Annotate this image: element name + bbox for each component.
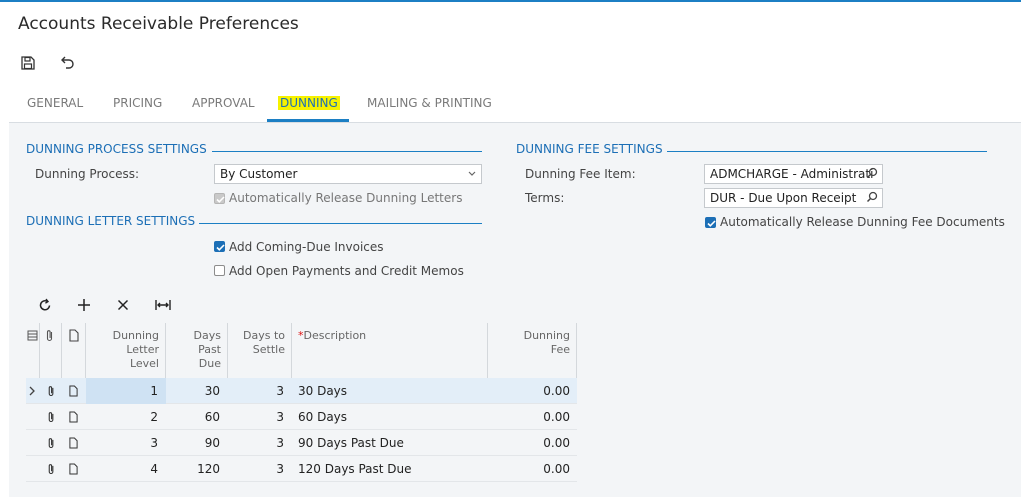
files-col-icon	[26, 323, 40, 378]
delete-icon[interactable]	[115, 297, 133, 315]
cell-description[interactable]: 30 Days	[292, 378, 488, 404]
auto-release-fee-checkbox[interactable]	[705, 217, 716, 228]
tab-mailing-printing[interactable]: MAILING & PRINTING	[367, 96, 492, 110]
column-dunning-fee[interactable]: Dunning Fee	[488, 323, 577, 378]
terms-value: DUR - Due Upon Receipt	[710, 191, 857, 205]
paperclip-icon[interactable]	[47, 378, 59, 404]
col-days-line3: Due	[198, 357, 221, 370]
page-title: Accounts Receivable Preferences	[18, 14, 299, 34]
cell-description[interactable]: 90 Days Past Due	[292, 430, 488, 456]
cell-dunning-fee[interactable]: 0.00	[488, 378, 577, 404]
add-open-payments-label: Add Open Payments and Credit Memos	[229, 264, 464, 278]
note-icon[interactable]	[69, 378, 81, 404]
col-settle-line1: Days to	[243, 329, 285, 342]
cell-dunning-fee[interactable]: 0.00	[488, 404, 577, 430]
add-open-payments-checkbox[interactable]	[214, 265, 225, 276]
paperclip-icon[interactable]	[47, 456, 59, 482]
chevron-down-icon	[467, 167, 477, 181]
add-coming-due-label: Add Coming-Due Invoices	[229, 240, 384, 254]
cell-days-past-due[interactable]: 120	[166, 456, 228, 482]
add-coming-due-checkbox[interactable]	[214, 241, 225, 252]
cell-dunning-fee[interactable]: 0.00	[488, 456, 577, 482]
col-level-line3: Level	[129, 357, 159, 370]
cell-level[interactable]: 3	[86, 430, 166, 456]
tab-dunning-label: DUNNING	[278, 96, 340, 110]
dunning-fee-item-label: Dunning Fee Item:	[525, 167, 636, 181]
cell-description[interactable]: 120 Days Past Due	[292, 456, 488, 482]
auto-release-letters-checkbox[interactable]	[214, 193, 225, 204]
table-row[interactable]: 1 30 3 30 Days 0.00	[26, 378, 577, 404]
search-icon[interactable]	[866, 167, 878, 182]
fit-columns-icon[interactable]	[154, 297, 172, 315]
dunning-letter-section-title: DUNNING LETTER SETTINGS	[26, 214, 196, 228]
dunning-fee-item-value: ADMCHARGE - Administrati	[710, 167, 874, 181]
auto-release-fee-label: Automatically Release Dunning Fee Docume…	[720, 215, 1005, 229]
dunning-fee-section-title: DUNNING FEE SETTINGS	[516, 142, 663, 156]
note-icon[interactable]	[69, 456, 81, 482]
save-icon[interactable]	[20, 55, 38, 73]
table-row[interactable]: 3 90 3 90 Days Past Due 0.00	[26, 430, 577, 456]
col-settle-line2: Settle	[252, 343, 285, 356]
section-divider	[199, 223, 482, 224]
paperclip-icon[interactable]	[47, 404, 59, 430]
table-row[interactable]: 4 120 3 120 Days Past Due 0.00	[26, 456, 577, 482]
top-accent-line	[0, 0, 1021, 2]
cell-level[interactable]: 4	[86, 456, 166, 482]
add-icon[interactable]	[76, 297, 94, 315]
col-level-line1: Dunning	[112, 329, 159, 342]
grid-header: Dunning Letter Level Days Past Due Days …	[26, 323, 577, 379]
cell-days-to-settle[interactable]: 3	[228, 378, 292, 404]
cell-days-to-settle[interactable]: 3	[228, 430, 292, 456]
refresh-icon[interactable]	[37, 297, 55, 315]
paperclip-icon[interactable]	[47, 430, 59, 456]
search-icon[interactable]	[866, 191, 878, 206]
col-days-line2: Past	[198, 343, 221, 356]
cell-days-past-due[interactable]: 30	[166, 378, 228, 404]
dunning-process-value: By Customer	[220, 167, 298, 181]
dunning-fee-item-input[interactable]: ADMCHARGE - Administrati	[704, 164, 883, 184]
section-divider	[212, 151, 482, 152]
note-icon[interactable]	[69, 430, 81, 456]
note-icon	[62, 323, 86, 378]
col-level-line2: Letter	[126, 343, 159, 356]
cell-level[interactable]: 1	[86, 378, 166, 404]
dunning-process-label: Dunning Process:	[35, 167, 139, 181]
column-days-past-due[interactable]: Days Past Due	[166, 323, 228, 378]
column-dunning-letter-level[interactable]: Dunning Letter Level	[86, 323, 166, 378]
table-row[interactable]: 2 60 3 60 Days 0.00	[26, 404, 577, 430]
auto-release-letters-label: Automatically Release Dunning Letters	[229, 191, 463, 205]
cell-days-past-due[interactable]: 90	[166, 430, 228, 456]
paperclip-icon	[40, 323, 62, 378]
column-days-to-settle[interactable]: Days to Settle	[228, 323, 292, 378]
cell-level[interactable]: 2	[86, 404, 166, 430]
tab-approval[interactable]: APPROVAL	[192, 96, 255, 110]
cell-days-to-settle[interactable]: 3	[228, 404, 292, 430]
note-icon[interactable]	[69, 404, 81, 430]
col-days-line1: Days	[193, 329, 221, 342]
cell-description[interactable]: 60 Days	[292, 404, 488, 430]
terms-input[interactable]: DUR - Due Upon Receipt	[704, 188, 883, 208]
col-description-label: Description	[303, 329, 367, 342]
terms-label: Terms:	[525, 191, 565, 205]
dunning-process-select[interactable]: By Customer	[214, 164, 482, 184]
row-pointer-icon	[28, 378, 40, 404]
dunning-process-section-title: DUNNING PROCESS SETTINGS	[26, 142, 207, 156]
tab-general[interactable]: GENERAL	[27, 96, 83, 110]
cell-days-past-due[interactable]: 60	[166, 404, 228, 430]
cell-dunning-fee[interactable]: 0.00	[488, 430, 577, 456]
col-fee-line1: Dunning	[523, 329, 570, 342]
cell-days-to-settle[interactable]: 3	[228, 456, 292, 482]
column-description[interactable]: *Description	[292, 323, 488, 378]
section-divider	[667, 151, 987, 152]
undo-icon[interactable]	[58, 55, 76, 73]
tab-pricing[interactable]: PRICING	[113, 96, 162, 110]
col-fee-line2: Fee	[550, 343, 570, 356]
tab-dunning[interactable]: DUNNING	[278, 96, 340, 110]
